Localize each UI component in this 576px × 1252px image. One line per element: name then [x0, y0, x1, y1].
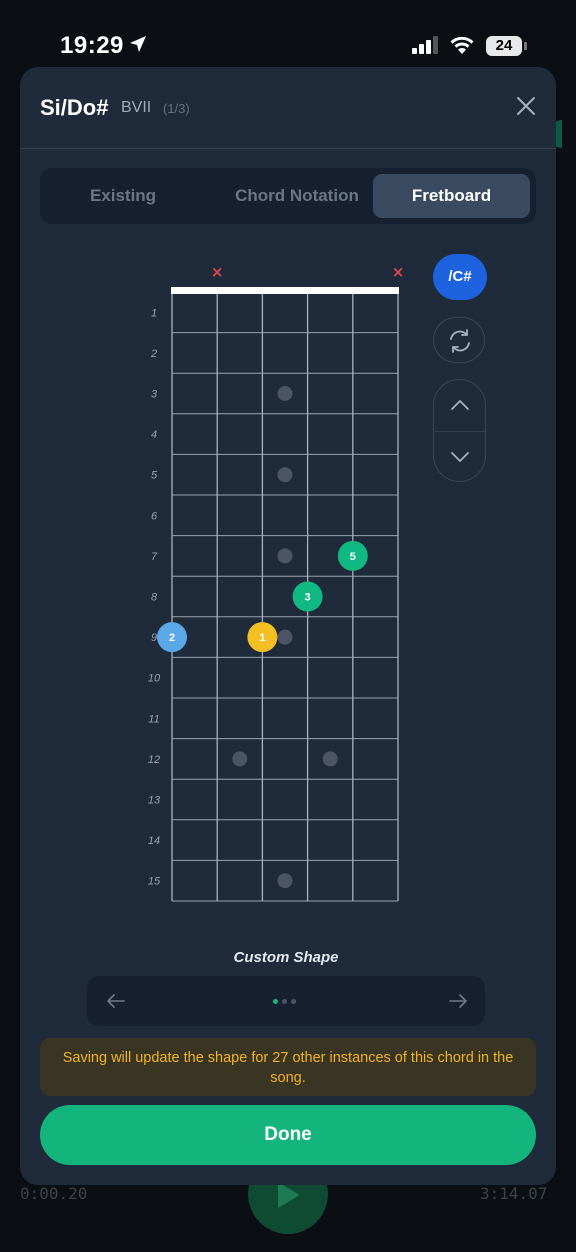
fret-number: 4: [151, 429, 157, 441]
fret-number: 13: [148, 795, 161, 807]
tab-bar: Existing Chord Notation Fretboard: [40, 168, 536, 224]
fret-number: 8: [151, 592, 158, 604]
finger-dot[interactable]: 2: [157, 622, 187, 653]
finger-dot[interactable]: 1: [247, 622, 278, 653]
swap-button[interactable]: [433, 317, 485, 363]
close-button[interactable]: [512, 92, 540, 120]
previous-shape-button[interactable]: [100, 985, 132, 1017]
battery-nub: [524, 42, 527, 50]
finger-dot[interactable]: 5: [337, 540, 368, 571]
status-time: 19:29: [60, 32, 124, 59]
inlay-marker: [277, 873, 293, 889]
next-shape-button[interactable]: [442, 985, 474, 1017]
slash-bass-button[interactable]: /C#: [433, 254, 487, 300]
arrow-left-icon: [107, 994, 125, 1008]
shape-navigator: [87, 976, 485, 1026]
tab-fretboard[interactable]: Fretboard: [373, 174, 530, 218]
save-warning-text: Saving will update the shape for 27 othe…: [62, 1050, 514, 1086]
fret-number: 9: [151, 632, 157, 644]
fret-number: 5: [151, 470, 158, 482]
finger-dot[interactable]: 3: [292, 581, 323, 612]
inlay-marker: [277, 548, 293, 564]
page-dot-2[interactable]: [282, 999, 287, 1004]
modal-header: Si/Do# BVII (1/3): [20, 67, 556, 149]
inlay-marker: [277, 629, 293, 645]
nut: [171, 287, 399, 294]
status-bar: 19:29 24: [0, 0, 576, 70]
play-icon: [278, 1182, 300, 1208]
tab-chord-notation[interactable]: Chord Notation: [212, 174, 382, 218]
page-dot-3[interactable]: [291, 999, 296, 1004]
chord-count: (1/3): [163, 101, 190, 116]
inlay-marker: [322, 751, 338, 767]
cellular-signal-icon: [412, 36, 438, 54]
tab-existing[interactable]: Existing: [48, 174, 198, 218]
fret-number: 10: [148, 673, 161, 685]
inlay-marker: [232, 751, 248, 767]
inlay-marker: [277, 386, 293, 401]
done-button[interactable]: Done: [40, 1105, 536, 1165]
chevron-down-icon: [451, 452, 469, 462]
chord-edit-modal: Si/Do# BVII (1/3) Existing Chord Notatio…: [20, 67, 556, 1185]
chord-title: Si/Do#: [40, 95, 109, 120]
fret-number: 15: [148, 876, 161, 888]
page-dot-1[interactable]: [273, 999, 278, 1004]
muted-string-marker: ×: [392, 263, 405, 281]
fret-number: 3: [151, 389, 158, 401]
move-up-button[interactable]: [434, 380, 485, 430]
finger-number: 3: [305, 592, 311, 604]
save-warning-notice: Saving will update the shape for 27 othe…: [40, 1038, 536, 1096]
arrow-right-icon: [449, 994, 467, 1008]
fret-number: 7: [151, 551, 158, 563]
chevron-up-icon: [451, 400, 469, 410]
finger-number: 2: [169, 632, 175, 644]
elapsed-time: 0:00.20: [20, 1184, 88, 1203]
fret-number: 2: [150, 348, 157, 360]
fret-number: 6: [151, 510, 158, 522]
fret-position-stepper: [433, 379, 486, 482]
wifi-icon: [450, 36, 474, 54]
battery-indicator: 24: [486, 36, 522, 56]
total-time: 3:14.07: [480, 1184, 548, 1203]
finger-number: 1: [259, 632, 265, 644]
location-arrow-icon: [130, 36, 146, 52]
close-icon: [517, 97, 535, 115]
muted-string-marker: ×: [211, 263, 224, 281]
fret-number: 12: [148, 754, 160, 766]
shape-label: Custom Shape: [233, 949, 339, 966]
swap-icon: [450, 329, 470, 353]
move-down-button[interactable]: [434, 432, 485, 482]
fret-number: 1: [151, 307, 157, 319]
fret-number: 14: [148, 835, 160, 847]
finger-number: 5: [350, 551, 356, 563]
inlay-marker: [277, 467, 293, 483]
fret-number: 11: [148, 713, 159, 725]
chord-degree: BVII: [121, 99, 152, 116]
